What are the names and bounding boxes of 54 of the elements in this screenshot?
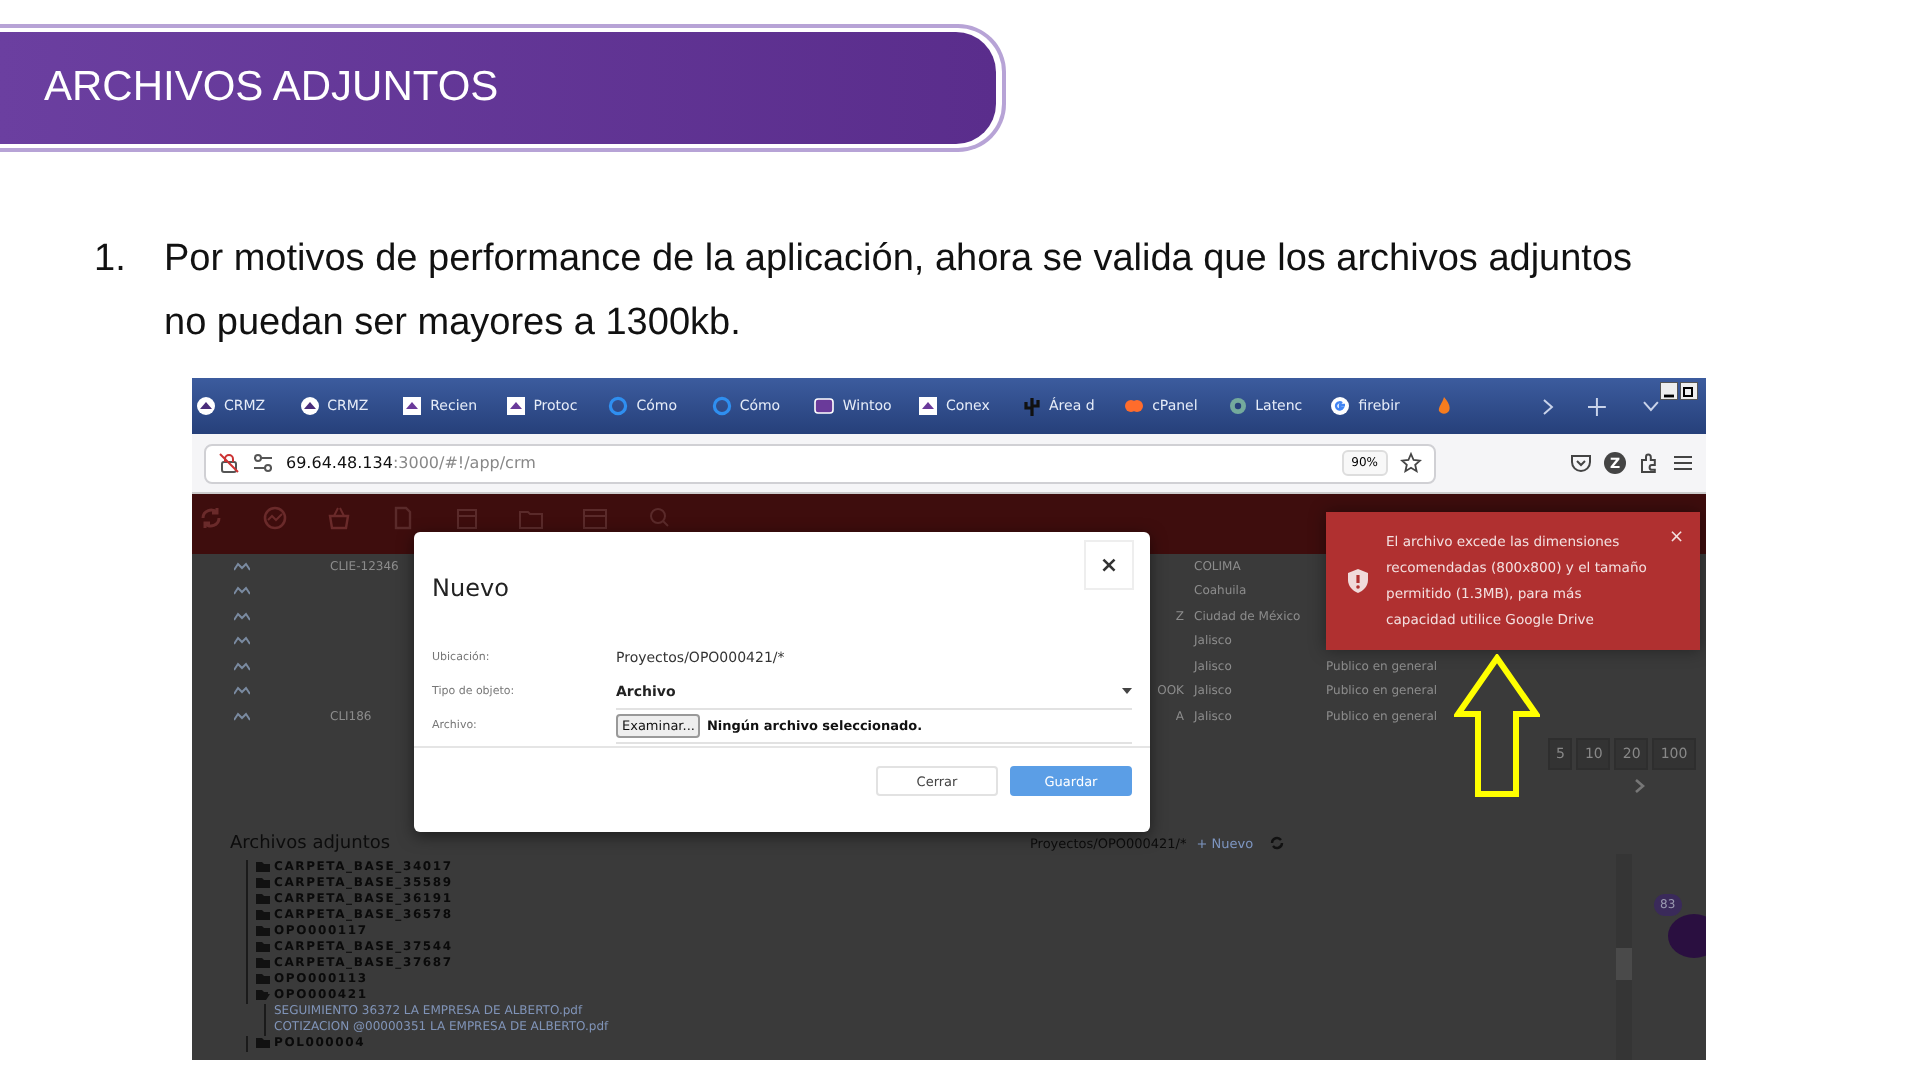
document-logo-icon — [917, 396, 938, 416]
document-logo-icon — [505, 396, 526, 416]
chevron-right-icon[interactable] — [1634, 777, 1646, 793]
calendar-icon[interactable] — [454, 506, 480, 530]
list-number: 1. — [94, 236, 128, 284]
folder-icon[interactable] — [256, 1038, 270, 1048]
shield-alert-icon — [1346, 568, 1370, 594]
close-button[interactable]: × — [1084, 540, 1134, 590]
slide-title-bar: ARCHIVOS ADJUNTOS — [0, 32, 996, 144]
close-button[interactable]: × — [1668, 528, 1684, 548]
up-arrow-annotation — [1454, 654, 1540, 798]
folder-icon[interactable] — [256, 894, 270, 904]
url-path: :3000/#!/app/crm — [392, 454, 536, 472]
basket-icon[interactable] — [326, 506, 352, 530]
lock-crossed-icon — [218, 452, 240, 474]
restore-icon[interactable] — [1680, 382, 1699, 400]
minimize-icon[interactable] — [1660, 382, 1679, 400]
search-icon[interactable] — [646, 506, 672, 530]
folder-icon[interactable] — [256, 926, 270, 936]
google-logo-icon — [1330, 396, 1351, 416]
folder-icon[interactable] — [518, 506, 544, 530]
cpanel-logo-icon — [1124, 396, 1145, 416]
refresh-icon[interactable] — [198, 506, 224, 530]
caret-icon — [1122, 688, 1132, 694]
star-icon[interactable] — [1400, 452, 1422, 474]
open-folder-icon[interactable] — [256, 990, 270, 1000]
plus-icon[interactable] — [1588, 397, 1607, 415]
dialog-title: Nuevo — [432, 574, 509, 606]
pocket-icon[interactable] — [1570, 452, 1592, 474]
menu-icon[interactable] — [1672, 452, 1694, 474]
folder-icon[interactable] — [256, 862, 270, 872]
crm-logo-icon — [299, 396, 320, 416]
folder-icon[interactable] — [256, 942, 270, 952]
folder-icon[interactable] — [256, 910, 270, 920]
calendar-icon[interactable] — [582, 506, 608, 530]
app-logo-icon — [814, 396, 835, 416]
puzzle-icon[interactable] — [1638, 452, 1660, 474]
folder-icon[interactable] — [256, 958, 270, 968]
document-icon[interactable] — [390, 506, 416, 530]
slide-paragraph: Por motivos de performance de la aplicación, ahora se valida que los archivos adjuntos no puedan ser mayores a 1300kb. — [164, 236, 1634, 348]
crm-logo-icon — [196, 396, 216, 416]
folder-icon[interactable] — [256, 878, 270, 888]
flame-icon — [1433, 396, 1454, 416]
folder-icon[interactable] — [256, 974, 270, 984]
ring-logo-icon — [711, 396, 732, 416]
chart-icon[interactable] — [262, 506, 288, 530]
cactus-icon — [1021, 396, 1041, 416]
refresh-icon[interactable] — [1269, 836, 1284, 850]
sliders-icon — [252, 452, 274, 474]
gear-icon — [1227, 396, 1248, 416]
url-host: 69.64.48.134 — [286, 454, 393, 472]
chevron-down-icon[interactable] — [1642, 400, 1661, 412]
document-logo-icon — [402, 396, 423, 416]
ring-logo-icon — [608, 396, 629, 416]
